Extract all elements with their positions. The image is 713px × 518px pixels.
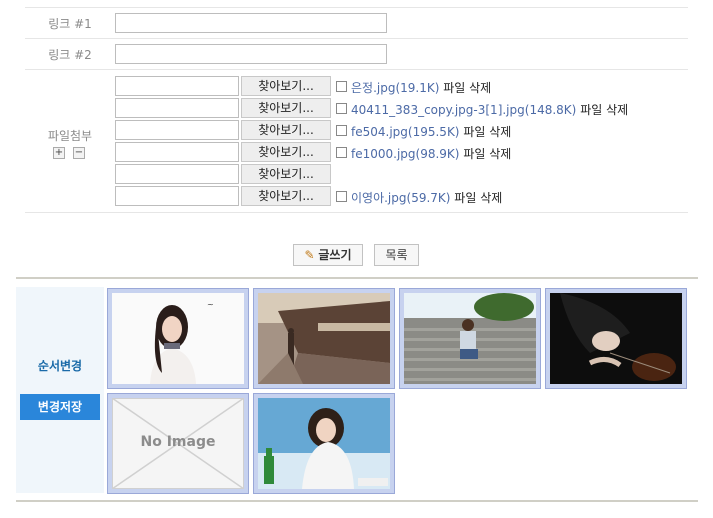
file-delete-label: 파일 삭제 <box>443 81 492 95</box>
thumbnail-5[interactable]: No Image <box>107 393 249 494</box>
file-delete-label: 파일 삭제 <box>463 147 512 161</box>
browse-button[interactable]: 찾아보기... <box>241 98 331 118</box>
divider <box>25 69 688 70</box>
delete-checkbox[interactable] <box>336 103 347 114</box>
poster-photo <box>258 398 390 489</box>
file-size: (195.5K) <box>407 125 460 139</box>
file-size: (98.9K) <box>415 147 460 161</box>
file-size: (19.1K) <box>395 81 440 95</box>
top-border <box>25 7 688 8</box>
link1-input[interactable] <box>115 13 387 33</box>
attach-label: 파일첨부 <box>47 129 93 143</box>
file-name[interactable]: fe1000.jpg <box>351 147 416 161</box>
file-name[interactable]: 은정.jpg <box>351 81 395 95</box>
browse-button[interactable]: 찾아보기... <box>241 164 331 184</box>
train-station-photo <box>258 293 390 384</box>
file-input[interactable] <box>115 98 239 118</box>
divider <box>25 38 688 39</box>
gallery-side-panel <box>16 287 104 493</box>
link2-input[interactable] <box>115 44 387 64</box>
list-button[interactable]: 목록 <box>374 244 419 266</box>
browse-button[interactable]: 찾아보기... <box>241 142 331 162</box>
file-input[interactable] <box>115 164 239 184</box>
thumbnail-1[interactable]: ~ <box>107 288 249 389</box>
file-delete-label: 파일 삭제 <box>580 103 629 117</box>
file-delete-label: 파일 삭제 <box>454 191 503 205</box>
no-image-label: No Image <box>140 434 216 450</box>
no-image-placeholder: No Image <box>112 398 244 489</box>
browse-button[interactable]: 찾아보기... <box>241 120 331 140</box>
thumbnail-6[interactable] <box>253 393 395 494</box>
add-file-button[interactable]: + <box>53 147 65 159</box>
write-button-label: 글쓰기 <box>318 248 352 262</box>
link2-label: 링크 #2 <box>48 48 92 62</box>
section-separator <box>16 277 698 279</box>
bottom-separator <box>16 500 698 502</box>
thumbnail-image <box>258 293 390 384</box>
violin-photo <box>550 293 682 384</box>
delete-checkbox[interactable] <box>336 147 347 158</box>
portrait-photo: ~ <box>112 293 244 384</box>
thumbnail-3[interactable] <box>399 288 541 389</box>
file-name[interactable]: 이영아.jpg <box>351 191 407 205</box>
order-change-label[interactable]: 순서변경 <box>16 357 104 374</box>
thumbnail-image <box>404 293 536 384</box>
thumbnail-2[interactable] <box>253 288 395 389</box>
thumbnail-image <box>550 293 682 384</box>
file-input[interactable] <box>115 76 239 96</box>
file-name[interactable]: fe504.jpg <box>351 125 408 139</box>
file-size: (148.8K) <box>524 103 577 117</box>
write-button[interactable]: ✎ 글쓰기 <box>293 244 363 266</box>
stairs-photo <box>404 293 536 384</box>
delete-checkbox[interactable] <box>336 81 347 92</box>
file-info: 40411_383_copy.jpg-3[1].jpg(148.8K) 파일 삭… <box>351 101 628 118</box>
pencil-icon: ✎ <box>304 248 315 262</box>
file-input[interactable] <box>115 120 239 140</box>
file-size: (59.7K) <box>406 191 451 205</box>
delete-checkbox[interactable] <box>336 125 347 136</box>
thumbnail-4[interactable] <box>545 288 687 389</box>
divider <box>25 212 688 213</box>
save-order-button[interactable]: 변경저장 <box>20 394 100 420</box>
file-name[interactable]: 40411_383_copy.jpg-3[1].jpg <box>351 103 525 117</box>
file-info: 이영아.jpg(59.7K) 파일 삭제 <box>351 189 502 206</box>
file-info: 은정.jpg(19.1K) 파일 삭제 <box>351 79 491 96</box>
browse-button[interactable]: 찾아보기... <box>241 186 331 206</box>
file-delete-label: 파일 삭제 <box>463 125 512 139</box>
file-input[interactable] <box>115 142 239 162</box>
file-info: fe504.jpg(195.5K) 파일 삭제 <box>351 123 511 140</box>
browse-button[interactable]: 찾아보기... <box>241 76 331 96</box>
remove-file-button[interactable]: − <box>73 147 85 159</box>
svg-text:~: ~ <box>207 300 214 309</box>
file-input[interactable] <box>115 186 239 206</box>
thumbnail-image: ~ <box>112 293 244 384</box>
delete-checkbox[interactable] <box>336 191 347 202</box>
link1-label: 링크 #1 <box>48 17 92 31</box>
thumbnail-image <box>258 398 390 489</box>
file-info: fe1000.jpg(98.9K) 파일 삭제 <box>351 145 511 162</box>
